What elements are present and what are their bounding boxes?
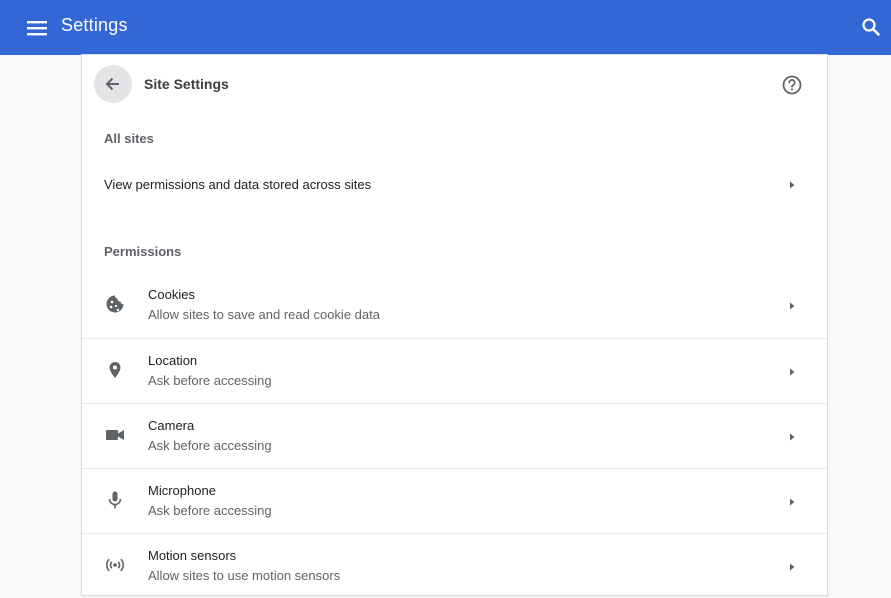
permission-row-cookies[interactable]: Cookies Allow sites to save and read coo… xyxy=(82,273,827,338)
permission-title: Camera xyxy=(148,418,195,433)
arrow-back-icon xyxy=(105,77,119,91)
back-button[interactable] xyxy=(94,65,132,103)
permission-title: Cookies xyxy=(148,287,195,302)
permission-subtitle: Ask before accessing xyxy=(148,503,272,518)
permission-title: Location xyxy=(148,353,198,368)
site-settings-card: Site Settings All sites View permissions… xyxy=(82,55,827,595)
app-title: Settings xyxy=(61,15,128,35)
chevron-right-icon xyxy=(790,181,795,189)
hamburger-menu-icon[interactable] xyxy=(24,17,50,39)
permission-title: Microphone xyxy=(148,483,216,498)
help-circle-icon[interactable] xyxy=(779,72,805,98)
permission-subtitle: Ask before accessing xyxy=(148,438,272,453)
permissions-header: Permissions xyxy=(104,244,182,259)
search-icon[interactable] xyxy=(858,14,884,40)
chevron-right-icon xyxy=(790,498,795,506)
permission-title: Motion sensors xyxy=(148,548,237,563)
permission-row-location[interactable]: Location Ask before accessing xyxy=(82,338,827,403)
chevron-right-icon xyxy=(790,563,795,571)
chevron-right-icon xyxy=(790,302,795,310)
permission-subtitle: Ask before accessing xyxy=(148,373,272,388)
permission-row-microphone[interactable]: Microphone Ask before accessing xyxy=(82,468,827,533)
permission-subtitle: Allow sites to use motion sensors xyxy=(148,568,341,583)
page-title: Site Settings xyxy=(144,76,229,92)
permission-row-motion-sensors[interactable]: Motion sensors Allow sites to use motion… xyxy=(82,533,827,598)
top-app-bar: Settings xyxy=(0,0,891,55)
motion-sensors-icon xyxy=(106,558,124,572)
camera-icon xyxy=(106,430,124,440)
chevron-right-icon xyxy=(790,368,795,376)
permission-row-camera[interactable]: Camera Ask before accessing xyxy=(82,403,827,468)
chevron-right-icon xyxy=(790,433,795,441)
location-pin-icon xyxy=(109,362,121,378)
view-all-sites-row[interactable]: View permissions and data stored across … xyxy=(82,163,827,207)
all-sites-header: All sites xyxy=(104,131,154,146)
microphone-icon xyxy=(108,491,122,509)
cookie-icon xyxy=(106,295,124,313)
permission-subtitle: Allow sites to save and read cookie data xyxy=(148,307,380,322)
view-all-sites-label: View permissions and data stored across … xyxy=(104,177,372,192)
